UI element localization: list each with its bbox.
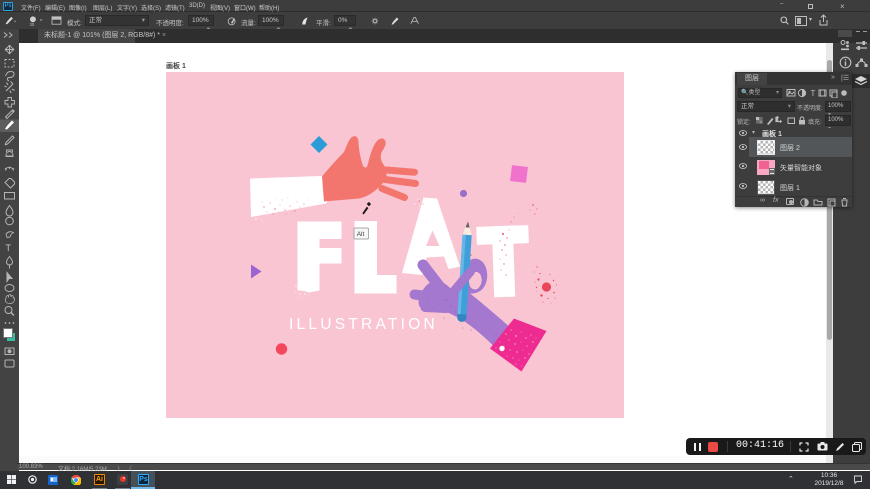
svg-text:30: 30: [30, 22, 35, 27]
svg-text:ILLUSTRATION: ILLUSTRATION: [289, 316, 438, 333]
svg-text:T: T: [811, 89, 816, 98]
svg-text:Alt: Alt: [357, 231, 365, 238]
svg-text:T: T: [6, 243, 12, 253]
